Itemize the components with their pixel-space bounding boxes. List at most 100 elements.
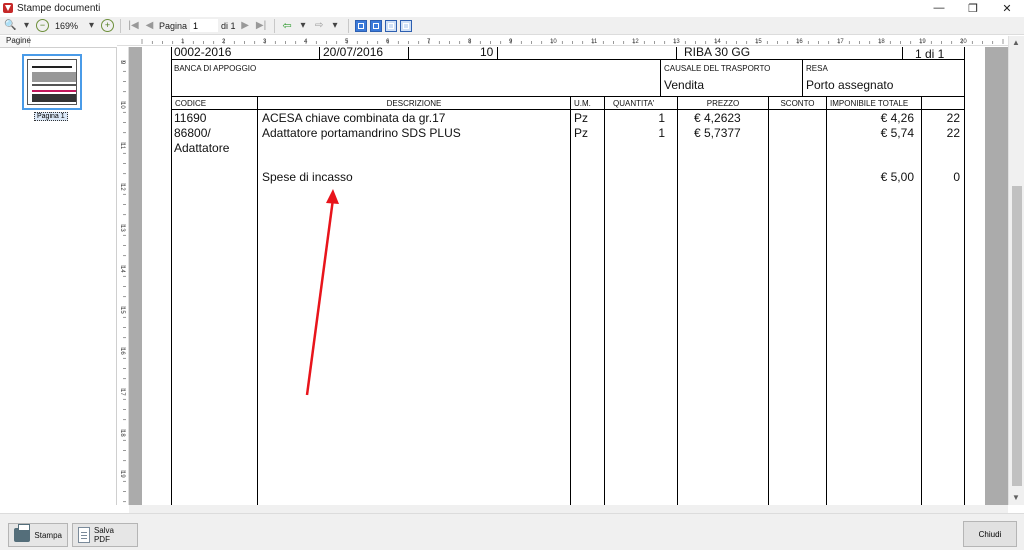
toolbar-separator — [120, 18, 121, 33]
payment-terms: RIBA 30 GG — [684, 47, 751, 59]
row-1-qty: 1 — [658, 111, 665, 125]
row-2-description: Adattatore portamandrino SDS PLUS — [262, 126, 461, 140]
resa-value: Porto assegnato — [806, 78, 894, 92]
ruler-label: 20 — [960, 39, 967, 45]
grid-line — [497, 47, 498, 59]
column-header-description: DESCRIZIONE — [386, 99, 442, 108]
vertical-scrollbar[interactable]: ▲ ▼ — [1008, 36, 1024, 505]
scroll-down-icon[interactable]: ▼ — [1012, 493, 1020, 502]
row-2-code-continued: Adattatore — [174, 141, 230, 155]
grid-line — [902, 47, 903, 59]
ruler-label: 19 — [119, 471, 125, 478]
window-controls: — ❐ ✕ — [922, 0, 1024, 16]
ruler-label: 2 — [222, 39, 226, 45]
pages-tab[interactable]: Pagine — [0, 36, 31, 47]
row-3-vat: 0 — [953, 170, 960, 184]
page-width-view-icon[interactable] — [369, 19, 382, 32]
grid-line — [676, 47, 677, 59]
row-1-vat: 22 — [946, 111, 960, 125]
page-count: 1 di 1 — [915, 47, 945, 61]
save-pdf-button[interactable]: Salva PDF — [72, 523, 138, 547]
last-page-icon[interactable]: ▶| — [255, 19, 268, 32]
page-total: di 1 — [221, 20, 236, 31]
grid-line — [768, 96, 769, 505]
page-label: Pagina — [159, 20, 188, 31]
ruler-label: 10 — [550, 39, 557, 45]
print-button-label: Stampa — [34, 530, 62, 540]
horizontal-scrollbar[interactable] — [129, 505, 1008, 513]
restore-button[interactable]: ❐ — [956, 0, 990, 16]
back-dropdown-icon[interactable]: ▾ — [297, 19, 310, 32]
grid-line — [570, 96, 571, 505]
document-viewer[interactable]: 0002-2016 20/07/2016 10 RIBA 30 GG 1 di … — [129, 47, 1008, 505]
next-page-icon[interactable]: ▶ — [239, 19, 252, 32]
row-1-um: Pz — [574, 111, 589, 125]
row-1-price: € 4,2623 — [694, 111, 741, 125]
close-window-button[interactable]: ✕ — [990, 0, 1024, 16]
window-title: Stampe documenti — [17, 2, 101, 14]
grid-line — [171, 109, 965, 110]
title-bar: Stampe documenti — ❐ ✕ — [0, 0, 1024, 16]
ruler-label: 19 — [919, 39, 926, 45]
save-pdf-button-label: Salva PDF — [93, 526, 114, 544]
scroll-up-icon[interactable]: ▲ — [1012, 38, 1020, 47]
print-button[interactable]: Stampa — [8, 523, 68, 547]
thumbnail-pane: Pagina 1 — [0, 47, 117, 505]
column-header-taxable: IMPONIBILE TOTALE — [830, 99, 909, 108]
ruler-label: 5 — [345, 39, 349, 45]
ruler-label: 9 — [509, 39, 513, 45]
thumbnail-image — [27, 59, 77, 105]
first-page-icon[interactable]: |◀ — [127, 19, 140, 32]
doc-number: 0002-2016 — [174, 47, 232, 59]
ruler-label: 16 — [796, 39, 803, 45]
row-1-code: 11690 — [174, 111, 207, 125]
doc-date: 20/07/2016 — [323, 47, 384, 59]
forward-dropdown-icon[interactable]: ▾ — [329, 19, 342, 32]
row-3-description: Spese di incasso — [262, 170, 353, 184]
grid-line — [921, 96, 922, 505]
zoom-value[interactable]: 169% — [52, 21, 82, 31]
row-2-vat: 22 — [946, 126, 960, 140]
back-arrow-icon[interactable]: ⇦ — [281, 19, 294, 32]
ruler-label: 18 — [119, 430, 125, 437]
doc-code: 10 — [480, 47, 494, 59]
vertical-ruler: 9 10 11 12 13 14 15 16 17 18 19 — [117, 47, 129, 505]
horizontal-ruler: 1 2 3 4 5 6 7 8 9 10 11 12 13 14 15 16 17 18 19 20 — [117, 36, 1008, 46]
ruler-label: 4 — [304, 39, 308, 45]
multi-page-view-icon[interactable] — [399, 19, 412, 32]
previous-page-icon[interactable]: ◀ — [143, 19, 156, 32]
grid-line — [604, 96, 605, 505]
ruler-label: 11 — [119, 143, 125, 150]
grid-line — [171, 59, 965, 60]
grid-line — [408, 47, 409, 59]
zoom-in-icon[interactable]: + — [101, 19, 114, 32]
single-page-view-icon[interactable] — [354, 19, 367, 32]
row-1-taxable: € 4,26 — [880, 111, 914, 125]
two-page-view-icon[interactable] — [384, 19, 397, 32]
scrollbar-thumb[interactable] — [1012, 186, 1022, 486]
zoom-icon[interactable]: 🔍 — [4, 19, 17, 32]
row-3-taxable: € 5,00 — [880, 170, 914, 184]
ruler-label: 18 — [878, 39, 885, 45]
ruler-label: 17 — [119, 389, 125, 396]
ruler-label: 15 — [755, 39, 762, 45]
forward-arrow-icon[interactable]: ⇨ — [313, 19, 326, 32]
page-number-input[interactable] — [190, 19, 219, 32]
ruler-label: 1 — [181, 39, 185, 45]
table-border-right — [964, 47, 965, 505]
thumbnail-label: Pagina 1 — [34, 112, 68, 121]
document-icon — [78, 527, 90, 543]
zoom-out-icon[interactable]: − — [36, 19, 49, 32]
close-button[interactable]: Chiudi — [963, 521, 1017, 547]
bottom-bar: Stampa Salva PDF Chiudi — [0, 513, 1024, 550]
minimize-button[interactable]: — — [922, 0, 956, 16]
column-header-price: PREZZO — [706, 99, 740, 108]
ruler-label: 11 — [591, 39, 598, 45]
zoom-dropdown-icon[interactable]: ▾ — [20, 19, 33, 32]
grid-line — [171, 96, 965, 97]
ruler-label: 10 — [119, 102, 125, 109]
ruler-label: 14 — [714, 39, 721, 45]
page-thumbnail[interactable] — [22, 54, 82, 110]
zoom-value-dropdown-icon[interactable]: ▾ — [85, 19, 98, 32]
row-2-price: € 5,7377 — [694, 126, 741, 140]
